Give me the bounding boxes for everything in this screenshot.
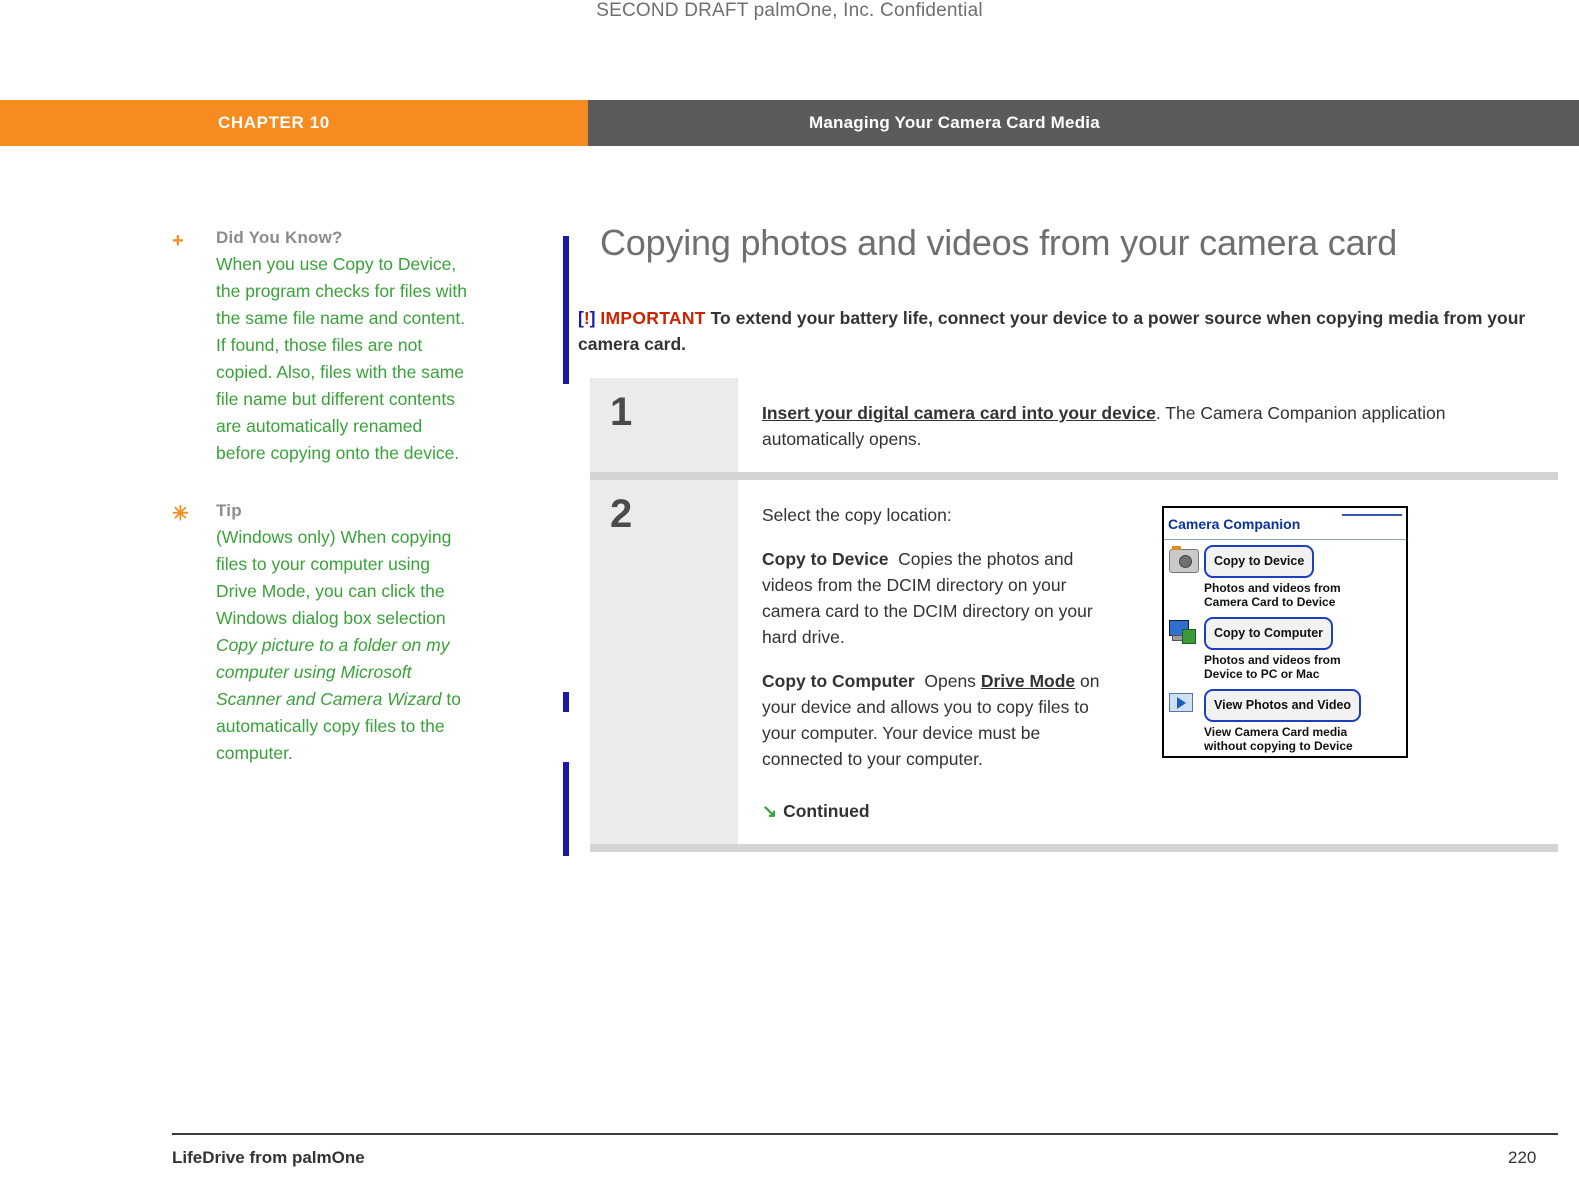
step2-intro: Select the copy location: [762,505,952,525]
note-title: Did You Know? [216,228,343,247]
step-number-cell: 1 [590,378,738,472]
note-body: (Windows only) When copying files to you… [216,524,472,767]
page-title: Copying photos and videos from your came… [600,222,1398,263]
continued-note: ↘ Continued [762,798,1122,824]
plus-icon: + [172,230,184,252]
step-content: Insert your digital camera card into you… [738,378,1558,472]
chapter-title: Managing Your Camera Card Media [809,113,1100,132]
sidebar-notes: + Did You Know? When you use Copy to Dev… [172,228,472,795]
cc-copy-to-device-line1: Photos and videos from [1204,581,1341,595]
steps-table: 1 Insert your digital camera card into y… [590,378,1558,852]
note-body-part1: (Windows only) When copying files to you… [216,527,452,628]
cc-copy-to-computer-line2: Device to PC or Mac [1204,667,1320,681]
step-number: 2 [610,492,633,536]
copy-to-computer-term: Copy to Computer [762,671,915,691]
blue-rule-bottom [563,762,569,856]
important-callout: [!] IMPORTANT To extend your battery lif… [578,305,1558,357]
document-page: SECOND DRAFT palmOne, Inc. Confidential … [0,0,1579,1178]
step-row-2: 2 Select the copy location: Copy to Devi… [590,480,1558,844]
blue-rule-top [563,236,569,384]
blue-rule-mid [563,692,569,712]
copy-to-device-item: Copy to Device Copies the photos and vid… [762,546,1122,650]
play-media-icon [1169,689,1199,719]
cc-view-photos-line1: View Camera Card media [1204,725,1348,739]
important-word: IMPORTANT [600,308,706,328]
cc-option-copy-to-computer[interactable]: Copy to Computer Photos and videos from … [1164,612,1406,684]
continued-label: Continued [783,801,870,821]
page-number: 220 [1508,1148,1537,1167]
footer-product-name: LifeDrive from palmOne [172,1148,365,1167]
important-close-bracket: ] [589,308,596,328]
cc-option-view-photos[interactable]: View Photos and Video View Camera Card m… [1164,684,1406,756]
cc-option-copy-to-device[interactable]: Copy to Device Photos and videos from Ca… [1164,540,1406,612]
step-lead-underlined: Insert your digital camera card into you… [762,403,1156,423]
titlebar-line [1342,514,1402,516]
step-number: 1 [610,390,633,434]
note-title: Tip [216,501,242,520]
camera-companion-window: Camera Companion Copy to Device Photos a… [1162,506,1408,758]
step-number-cell: 2 [590,480,738,844]
computer-icon [1169,617,1199,647]
note-tip: ✳ Tip (Windows only) When copying files … [172,501,472,767]
camera-companion-titlebar: Camera Companion [1164,508,1406,540]
chapter-header-bar: CHAPTER 10 Managing Your Camera Card Med… [0,100,1579,146]
copy-to-computer-desc-pre: Opens [924,671,981,691]
cc-view-photos-line2: without copying to Device [1204,739,1353,753]
step-row-1: 1 Insert your digital camera card into y… [590,378,1558,472]
draft-notice: SECOND DRAFT palmOne, Inc. Confidential [596,0,983,21]
copy-to-device-term: Copy to Device [762,549,889,569]
note-did-you-know: + Did You Know? When you use Copy to Dev… [172,228,472,467]
asterisk-icon: ✳ [172,503,189,525]
important-text: To extend your battery life, connect you… [578,308,1526,354]
camera-companion-screenshot: Camera Companion Copy to Device Photos a… [1162,502,1408,824]
cc-copy-to-computer-line1: Photos and videos from [1204,653,1341,667]
chapter-label: CHAPTER 10 [218,113,330,132]
note-body: When you use Copy to Device, the program… [216,254,467,463]
drive-mode-link[interactable]: Drive Mode [981,671,1075,691]
arrow-down-right-icon: ↘ [762,801,778,821]
footer-divider [172,1133,1558,1135]
camera-companion-title: Camera Companion [1168,516,1301,532]
copy-to-computer-item: Copy to Computer Opens Drive Mode on you… [762,668,1122,772]
step-content: Select the copy location: Copy to Device… [738,480,1558,844]
camera-icon [1169,545,1199,575]
cc-copy-to-computer-button[interactable]: Copy to Computer [1204,617,1334,650]
cc-copy-to-device-line2: Camera Card to Device [1204,595,1336,609]
note-body-italic: Copy picture to a folder on my computer … [216,635,450,709]
cc-view-photos-button[interactable]: View Photos and Video [1204,689,1362,722]
cc-copy-to-device-button[interactable]: Copy to Device [1204,545,1315,578]
